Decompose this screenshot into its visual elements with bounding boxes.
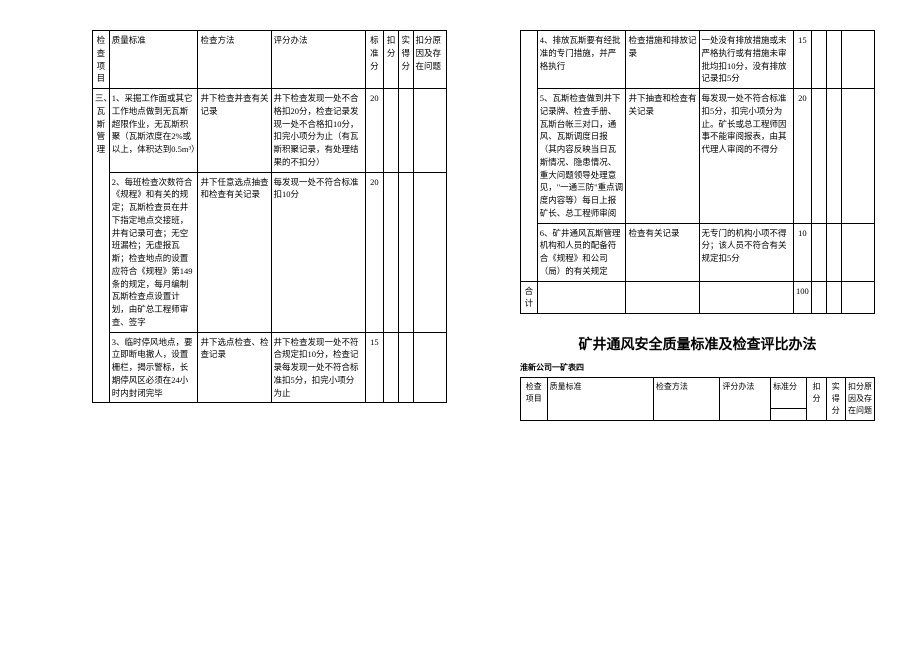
- cell-score: 20: [793, 89, 812, 224]
- header-score: 标准分: [365, 31, 384, 89]
- cell-deduct: [812, 31, 827, 89]
- cell-reason: [413, 89, 446, 173]
- cell-actual: [826, 89, 841, 224]
- cell-deduct: [812, 281, 827, 314]
- cell-std: 1、采掘工作面或其它工作地点做到无瓦斯超限作业，无瓦斯积聚（瓦斯浓度在2%或以上…: [109, 89, 198, 173]
- cell-method: 检查措施和排放记录: [626, 31, 699, 89]
- cell-std: [537, 281, 626, 314]
- header-deduct: 扣分: [384, 31, 399, 89]
- cell-actual: [398, 172, 413, 332]
- table-row: 5、瓦斯检查做到井下记录牌、检查手册、瓦斯台帐三对口，通风、瓦斯调度日报（其内容…: [521, 89, 875, 224]
- cell-actual: [826, 281, 841, 314]
- cell-score: 20: [365, 89, 384, 173]
- header-reason: 扣分原因及存在问题: [413, 31, 446, 89]
- cell-deduct: [384, 332, 399, 403]
- cell-std: 3、临时停风地点，要立即断电撤人，设置栅栏，揭示警标，长期停风区必须在24小时内…: [109, 332, 198, 403]
- cell-scoring: [699, 281, 793, 314]
- cell-deduct: [812, 89, 827, 224]
- cell-actual: [826, 223, 841, 281]
- total-row: 合计 100: [521, 281, 875, 314]
- section-label-cont: [521, 31, 538, 282]
- table-row: 3、临时停风地点，要立即断电撤人，设置栅栏，揭示警标，长期停风区必须在24小时内…: [93, 332, 447, 403]
- cell-scoring: 无专门的机构小项不得分；该人员不符合有关规定扣5分: [699, 223, 793, 281]
- total-label: 合计: [521, 281, 538, 314]
- cell-std: 5、瓦斯检查做到井下记录牌、检查手册、瓦斯台帐三对口，通风、瓦斯调度日报（其内容…: [537, 89, 626, 224]
- header2-deduct: 扣分: [807, 378, 826, 421]
- cell-reason: [841, 281, 874, 314]
- cell-score: 10: [793, 223, 812, 281]
- cell-std: 6、矿井通风瓦斯管理机构和人员的配备符合《规程》和公司（局）的有关规定: [537, 223, 626, 281]
- total-score: 100: [793, 281, 812, 314]
- header2-method: 检查方法: [653, 378, 719, 421]
- header2-score-sub: [771, 409, 807, 421]
- cell-score: 20: [365, 172, 384, 332]
- cell-actual: [826, 31, 841, 89]
- document-subheading: 淮新公司一矿表四: [520, 362, 875, 373]
- cell-reason: [413, 332, 446, 403]
- cell-scoring: 一处没有排放措施或未严格执行或有措施未审批均扣10分，没有排放记录扣5分: [699, 31, 793, 89]
- header-scoring: 评分办法: [271, 31, 365, 89]
- header-std: 质量标准: [109, 31, 198, 89]
- cell-std: 4、排放瓦斯要有经批准的专门措施，并严格执行: [537, 31, 626, 89]
- cell-method: 检查有关记录: [626, 223, 699, 281]
- cell-deduct: [384, 172, 399, 332]
- header2-std: 质量标准: [547, 378, 653, 421]
- cell-reason: [841, 223, 874, 281]
- document-heading: 矿井通风安全质量标准及检查评比办法: [520, 334, 875, 354]
- cell-actual: [398, 89, 413, 173]
- cell-std: 2、每班检查次数符合《规程》和有关的规定；瓦斯检查员在井下指定地点交接班，井有记…: [109, 172, 198, 332]
- inspection-table-2: 检查项目 质量标准 检查方法 评分办法 标准分 扣分 实得分 扣分原因及存在问题: [520, 377, 875, 421]
- header-actual: 实得分: [398, 31, 413, 89]
- cell-method: 井下选点检查、检查记录: [198, 332, 271, 403]
- header2-score: 标准分: [771, 378, 807, 409]
- page-right: 4、排放瓦斯要有经批准的专门措施，并严格执行 检查措施和排放记录 一处没有排放措…: [520, 30, 875, 421]
- cell-deduct: [384, 89, 399, 173]
- table-row: 6、矿井通风瓦斯管理机构和人员的配备符合《规程》和公司（局）的有关规定 检查有关…: [521, 223, 875, 281]
- header2-actual: 实得分: [826, 378, 845, 421]
- inspection-table-right: 4、排放瓦斯要有经批准的专门措施，并严格执行 检查措施和排放记录 一处没有排放措…: [520, 30, 875, 314]
- page-left: 检查项目 质量标准 检查方法 评分办法 标准分 扣分 实得分 扣分原因及存在问题…: [92, 30, 447, 403]
- cell-scoring: 每发现一处不符合标准扣5分，扣完小项分为止。矿长或总工程师因事不能审阅报表，由其…: [699, 89, 793, 224]
- header-row: 检查项目 质量标准 检查方法 评分办法 标准分 扣分 实得分 扣分原因及存在问题: [93, 31, 447, 89]
- cell-scoring: 每发现一处不符合标准扣10分: [271, 172, 365, 332]
- cell-actual: [398, 332, 413, 403]
- cell-score: 15: [793, 31, 812, 89]
- cell-method: 井下抽查和检查有关记录: [626, 89, 699, 224]
- cell-deduct: [812, 223, 827, 281]
- cell-score: 15: [365, 332, 384, 403]
- table-row: 2、每班检查次数符合《规程》和有关的规定；瓦斯检查员在井下指定地点交接班，井有记…: [93, 172, 447, 332]
- section-label: 三、瓦斯管理: [93, 89, 110, 403]
- header2-scoring: 评分办法: [720, 378, 771, 421]
- header-method: 检查方法: [198, 31, 271, 89]
- cell-scoring: 井下检查发现一处不合格扣20分，检查记录发现一处不合格扣10分，扣完小项分为止（…: [271, 89, 365, 173]
- table-row: 三、瓦斯管理 1、采掘工作面或其它工作地点做到无瓦斯超限作业，无瓦斯积聚（瓦斯浓…: [93, 89, 447, 173]
- cell-method: 井下任意选点抽查和检查有关记录: [198, 172, 271, 332]
- header2-item: 检查项目: [521, 378, 548, 421]
- cell-method: [626, 281, 699, 314]
- cell-reason: [413, 172, 446, 332]
- header2-reason: 扣分原因及存在问题: [845, 378, 874, 421]
- header-row-2: 检查项目 质量标准 检查方法 评分办法 标准分 扣分 实得分 扣分原因及存在问题: [521, 378, 875, 409]
- inspection-table-left: 检查项目 质量标准 检查方法 评分办法 标准分 扣分 实得分 扣分原因及存在问题…: [92, 30, 447, 403]
- cell-reason: [841, 89, 874, 224]
- cell-method: 井下检查并查有关记录: [198, 89, 271, 173]
- table-row: 4、排放瓦斯要有经批准的专门措施，并严格执行 检查措施和排放记录 一处没有排放措…: [521, 31, 875, 89]
- cell-scoring: 井下检查发现一处不符合规定扣10分，检查记录每发现一处不符合标准扣5分，扣完小项…: [271, 332, 365, 403]
- cell-reason: [841, 31, 874, 89]
- header-item: 检查项目: [93, 31, 110, 89]
